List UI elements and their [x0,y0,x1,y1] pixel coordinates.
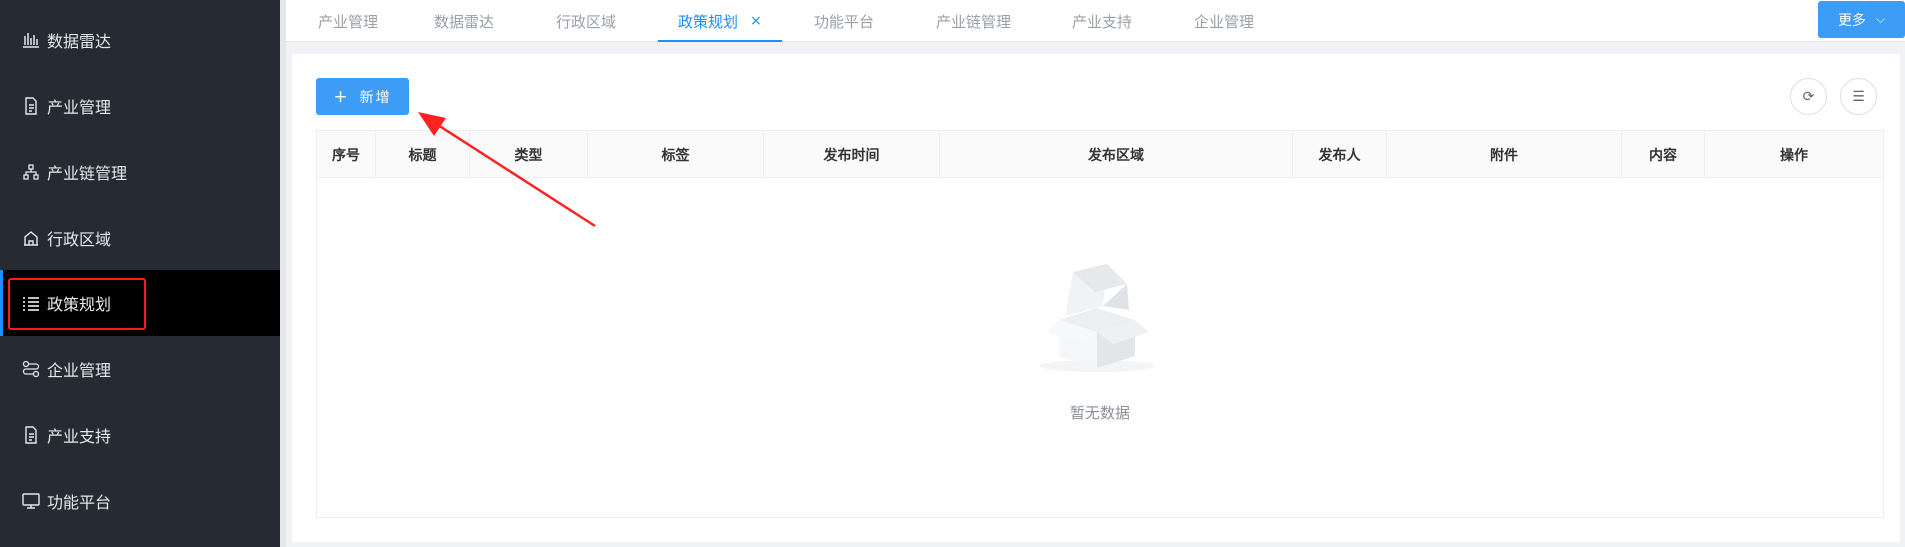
tab-industry-management[interactable]: 产业管理 [318,0,378,42]
tab-bar: 产业管理 数据雷达 行政区域 政策规划 × 功能平台 产业链管理 产业支持 企业… [286,0,1905,42]
monitor-icon [21,491,41,511]
column-header[interactable]: 序号 [317,131,376,178]
sidebar-item-industry-management[interactable]: 产业管理 [0,73,280,139]
flow-icon [21,359,41,379]
tab-function-platform[interactable]: 功能平台 [814,0,874,42]
sidebar-item-enterprise[interactable]: 企业管理 [0,336,280,402]
settings-icon: ☰ [1852,88,1865,105]
column-header[interactable]: 发布人 [1293,131,1387,178]
sidebar-item-industry-support[interactable]: 产业支持 [0,402,280,468]
sidebar-item-policy-planning[interactable]: 政策规划 [0,270,280,336]
add-button-label: 新增 [359,89,392,106]
column-header[interactable]: 标签 [588,131,764,178]
tab-data-radar[interactable]: 数据雷达 [434,0,494,42]
column-header[interactable]: 类型 [470,131,588,178]
sidebar-item-label: 功能平台 [47,493,112,512]
sidebar-item-data-radar[interactable]: 数据雷达 [0,7,280,73]
column-header[interactable]: 发布时间 [764,131,940,178]
building-icon [21,228,41,248]
document-icon [21,425,41,445]
column-header[interactable]: 内容 [1622,131,1705,178]
bar-chart-icon [21,30,41,50]
document-icon [21,96,41,116]
sidebar-item-label: 产业链管理 [47,164,128,183]
sidebar-item-label: 行政区域 [47,230,112,249]
plus-icon: + [333,86,350,107]
tab-admin-region[interactable]: 行政区域 [556,0,616,42]
sidebar-item-admin-region[interactable]: 行政区域 [0,205,280,271]
column-header[interactable]: 操作 [1705,131,1883,178]
sidebar-item-label: 产业管理 [47,98,112,117]
empty-box-icon [1039,264,1155,372]
tab-policy-planning[interactable]: 政策规划 × [658,0,782,42]
table-header: 序号 标题 类型 标签 发布时间 发布区域 发布人 附件 内容 操作 [317,131,1883,178]
sidebar-item-function-platform[interactable]: 功能平台 [0,468,280,534]
sidebar-item-label: 政策规划 [47,295,112,314]
empty-state: 暂无数据 [317,178,1883,517]
sidebar: 数据雷达 产业管理 产业链管理 行政区域 政策规划 企业管理 产业支持 功能平台 [0,0,280,547]
add-button[interactable]: + 新增 [316,78,409,115]
tab-industry-chain[interactable]: 产业链管理 [936,0,1011,42]
refresh-button[interactable]: ⟳ [1790,78,1827,115]
chevron-down-icon: ⌵ [1875,12,1886,26]
more-button-label: 更多 [1837,12,1866,29]
column-header[interactable]: 标题 [376,131,470,178]
tab-enterprise[interactable]: 企业管理 [1194,0,1254,42]
sidebar-item-label: 数据雷达 [47,32,112,51]
refresh-icon: ⟳ [1802,88,1815,105]
sidebar-item-industry-chain[interactable]: 产业链管理 [0,139,280,205]
more-button[interactable]: 更多 ⌵ [1818,1,1905,38]
policy-table: 序号 标题 类型 标签 发布时间 发布区域 发布人 附件 内容 操作 暂无数据 [316,130,1884,518]
sidebar-item-label: 企业管理 [47,361,112,380]
empty-text: 暂无数据 [1069,404,1130,422]
close-icon[interactable]: × [750,13,762,29]
sidebar-divider [280,0,286,547]
sidebar-item-label: 产业支持 [47,427,112,446]
list-icon [21,293,41,313]
tab-industry-support[interactable]: 产业支持 [1072,0,1132,42]
column-header[interactable]: 附件 [1387,131,1622,178]
column-header[interactable]: 发布区域 [940,131,1293,178]
column-settings-button[interactable]: ☰ [1840,78,1877,115]
hierarchy-icon [21,162,41,182]
